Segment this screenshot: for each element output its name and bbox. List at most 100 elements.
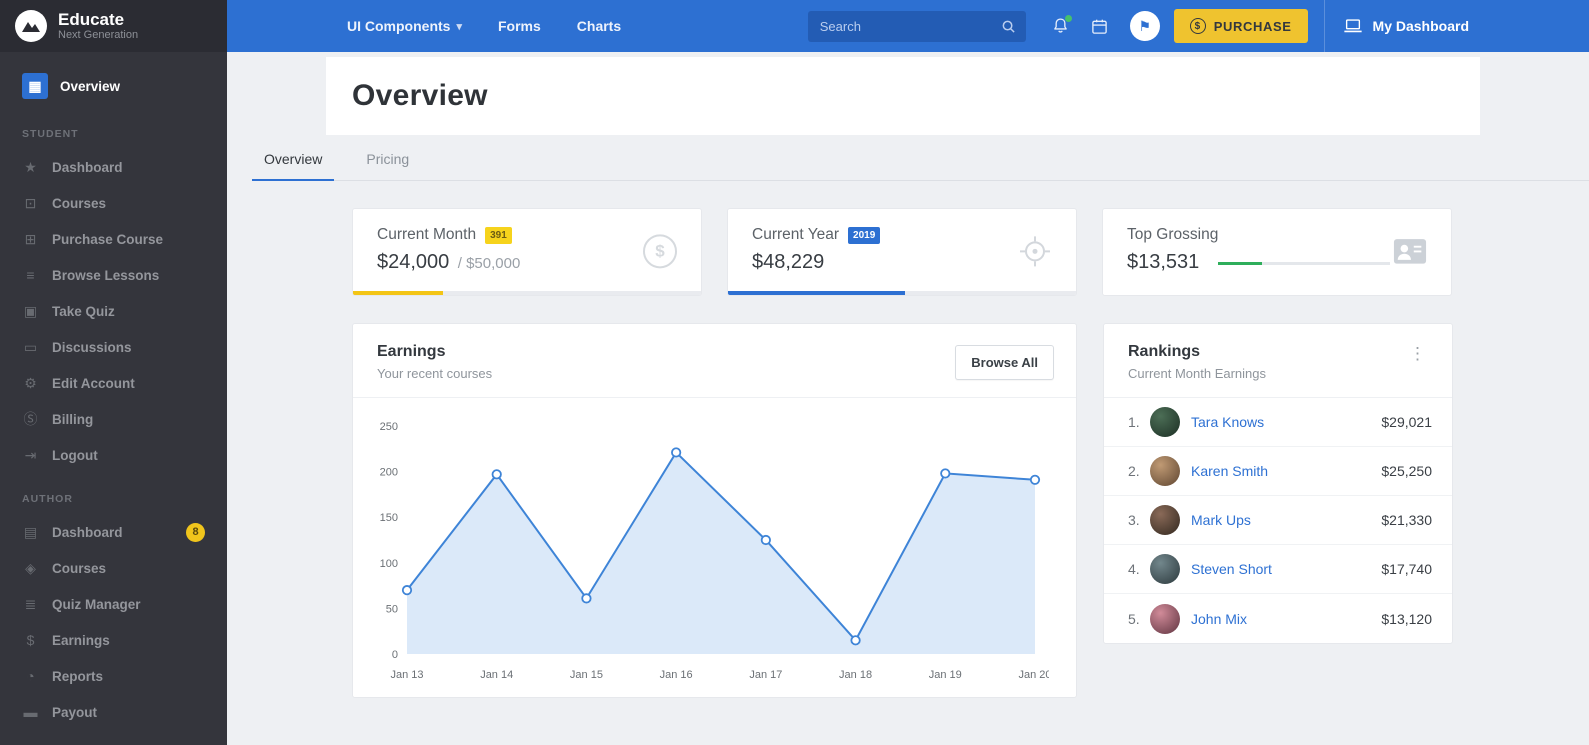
- stat-value: $48,229: [752, 251, 825, 273]
- menu-item-ui-components[interactable]: UI Components ▾: [347, 18, 462, 34]
- progress-line: [1217, 262, 1390, 266]
- pages-icon: ▤: [23, 523, 38, 540]
- my-dashboard-label: My Dashboard: [1372, 18, 1469, 34]
- sidebar-item-billing[interactable]: Ⓢ Billing: [0, 401, 227, 437]
- tab-pricing[interactable]: Pricing: [354, 141, 421, 180]
- flag-icon[interactable]: ⚑: [1129, 11, 1160, 41]
- svg-text:0: 0: [392, 649, 398, 661]
- rankings-title: Rankings: [1128, 343, 1201, 360]
- rank-number: 3.: [1128, 512, 1140, 528]
- svg-text:200: 200: [380, 467, 398, 479]
- sidebar-item-label: Reports: [52, 668, 104, 684]
- sidebar-item-label: Logout: [52, 447, 98, 463]
- dollar-coin-icon: $: [1189, 18, 1206, 34]
- sidebar-item-edit-account[interactable]: ⚙ Edit Account: [0, 365, 227, 401]
- bell-icon[interactable]: [1052, 15, 1072, 35]
- page-title: Overview: [352, 79, 488, 112]
- stat-title: Current Year: [752, 226, 840, 243]
- browse-all-button[interactable]: Browse All: [955, 344, 1054, 380]
- sidebar-item-dashboard-author[interactable]: ▤ Dashboard 8: [0, 514, 227, 550]
- rankings-list: 1. Tara Knows $29,021 2. Karen Smith $25…: [1104, 398, 1452, 643]
- navbar-menu: UI Components ▾ Forms Charts: [347, 18, 621, 34]
- rank-name-link[interactable]: Mark Ups: [1191, 512, 1251, 528]
- menu-label: UI Components: [347, 18, 451, 34]
- rank-amount: $13,120: [1381, 610, 1432, 627]
- stat-card-row: Current Month 391 $24,000 / $50,000 $ Cu…: [352, 208, 1453, 296]
- sidebar-item-overview[interactable]: ▦ Overview: [0, 64, 227, 108]
- sidebar-item-label: Courses: [52, 560, 107, 576]
- pie-chart-icon: ◔: [26, 668, 35, 684]
- purchase-button[interactable]: $ PURCHASE: [1173, 9, 1308, 43]
- rankings-subtitle: Current Month Earnings: [1128, 366, 1267, 381]
- cart-icon: ⊞: [24, 230, 37, 247]
- sidebar-item-logout[interactable]: ⇥ Logout: [0, 437, 227, 473]
- sidebar-item-discussions[interactable]: ▭ Discussions: [0, 329, 227, 365]
- file-icon: ≣: [24, 595, 37, 612]
- purchase-label: PURCHASE: [1213, 18, 1292, 34]
- ranking-row: 2. Karen Smith $25,250: [1104, 447, 1452, 496]
- tab-overview[interactable]: Overview: [252, 141, 335, 181]
- rank-name-link[interactable]: Tara Knows: [1191, 414, 1264, 430]
- ranking-row: 1. Tara Knows $29,021: [1104, 398, 1452, 447]
- rank-amount: $17,740: [1381, 561, 1432, 577]
- sidebar-item-dashboard-student[interactable]: ★ Dashboard: [0, 149, 227, 185]
- rank-name-link[interactable]: Steven Short: [1191, 561, 1272, 577]
- top-navbar: UI Components ▾ Forms Charts Search ⚑ $ …: [227, 0, 1589, 52]
- gear-icon: ⚙: [24, 374, 37, 391]
- stat-value: $24,000: [377, 251, 450, 273]
- svg-text:50: 50: [386, 603, 398, 615]
- earnings-line-chart: 0 50 100 150 200 250 Jan 13 Jan 14 Jan 15 Jan 16 J…: [380, 421, 1052, 681]
- rank-name-link[interactable]: Karen Smith: [1191, 463, 1268, 479]
- stat-card-current-year: Current Year 2019 $48,229: [727, 208, 1077, 296]
- progress-bar: [728, 291, 1076, 295]
- star-icon: ★: [24, 158, 37, 175]
- kebab-icon[interactable]: ⋮: [1405, 343, 1430, 364]
- chat-icon: ▭: [23, 338, 38, 355]
- display-icon: ⊡: [24, 194, 37, 211]
- sidebar-section-student: STUDENT: [22, 128, 79, 140]
- menu-item-forms[interactable]: Forms: [498, 18, 541, 34]
- rank-number: 1.: [1128, 414, 1140, 430]
- svg-text:250: 250: [380, 421, 398, 433]
- sidebar-item-take-quiz[interactable]: ▣ Take Quiz: [0, 293, 227, 329]
- rank-amount: $21,330: [1381, 512, 1432, 528]
- rank-name-link[interactable]: John Mix: [1191, 611, 1247, 627]
- content-area: Overview Overview Pricing Current Month …: [227, 52, 1589, 745]
- sidebar-item-label: Quiz Manager: [52, 596, 141, 612]
- sidebar-item-label: Discussions: [52, 339, 132, 355]
- rank-number: 2.: [1128, 463, 1140, 479]
- sidebar-item-browse-lessons[interactable]: ≡ Browse Lessons: [0, 257, 227, 293]
- search-icon[interactable]: [1001, 19, 1016, 34]
- rank-amount: $25,250: [1381, 463, 1432, 479]
- rank-number: 4.: [1128, 561, 1140, 577]
- stat-card-current-month: Current Month 391 $24,000 / $50,000 $: [352, 208, 702, 296]
- rank-amount: $29,021: [1381, 414, 1432, 430]
- sidebar-section-author: AUTHOR: [22, 493, 73, 505]
- brand-logo[interactable]: Educate Next Generation: [0, 0, 227, 52]
- svg-text:Jan 17: Jan 17: [749, 669, 782, 681]
- sidebar-item-reports[interactable]: ◔ Reports: [0, 658, 227, 694]
- navbar-icons: ⚑: [1052, 11, 1160, 41]
- brand-tagline: Next Generation: [58, 29, 139, 42]
- author-dashboard-badge: 8: [186, 522, 205, 542]
- sidebar-nav: ▦ Overview STUDENT ★ Dashboard ⊡ Courses…: [0, 52, 227, 730]
- main-area: UI Components ▾ Forms Charts Search ⚑ $ …: [227, 0, 1589, 745]
- ranking-row: 5. John Mix $13,120: [1104, 594, 1452, 643]
- sidebar-item-quiz-manager[interactable]: ≣ Quiz Manager: [0, 586, 227, 622]
- my-dashboard-link[interactable]: My Dashboard: [1325, 18, 1469, 34]
- ranking-row: 4. Steven Short $17,740: [1104, 545, 1452, 594]
- sidebar-item-courses-author[interactable]: ◈ Courses: [0, 550, 227, 586]
- svg-text:Jan 20: Jan 20: [1018, 669, 1049, 681]
- notification-dot: [1064, 15, 1072, 22]
- menu-item-charts[interactable]: Charts: [577, 18, 621, 34]
- stat-badge: 2019: [848, 226, 881, 244]
- sidebar-item-payout[interactable]: ▬ Payout: [0, 694, 227, 730]
- calendar-icon[interactable]: [1091, 18, 1108, 35]
- target-icon: [1018, 234, 1052, 268]
- avatar: [1150, 456, 1180, 486]
- sidebar-item-earnings[interactable]: $ Earnings: [0, 622, 227, 658]
- sidebar-item-courses-student[interactable]: ⊡ Courses: [0, 185, 227, 221]
- rankings-card: Rankings Current Month Earnings ⋮ 1. Tar…: [1103, 323, 1453, 644]
- search-input[interactable]: [819, 18, 1001, 34]
- sidebar-item-purchase-course[interactable]: ⊞ Purchase Course: [0, 221, 227, 257]
